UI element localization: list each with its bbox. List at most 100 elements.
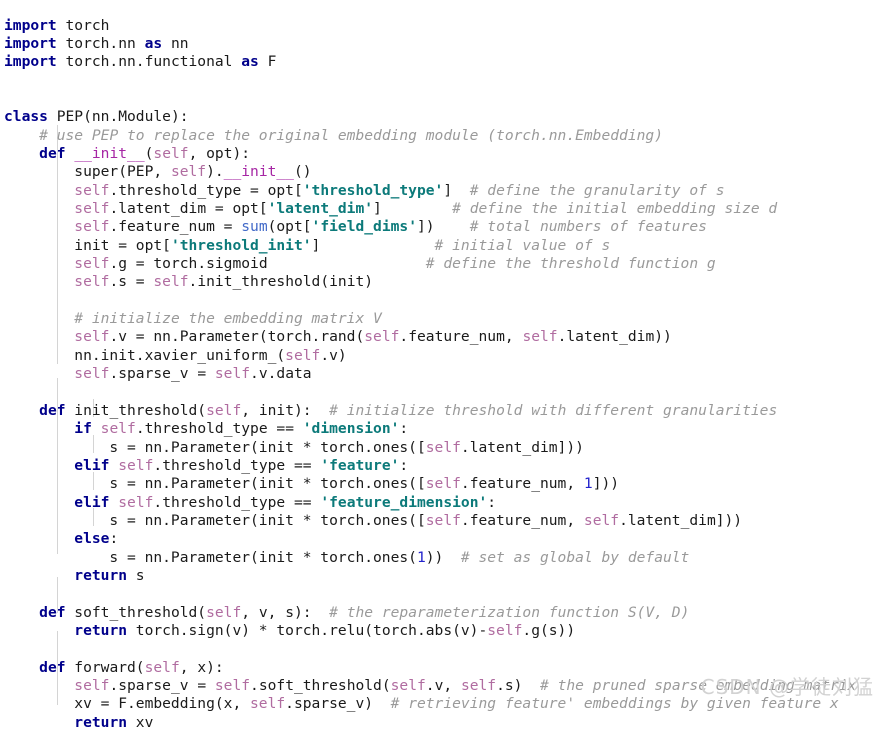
code-token-self: self [144, 658, 180, 676]
code-line: self.latent_dim = opt['latent_dim'] # de… [4, 200, 856, 218]
code-token-fn: __init__ [74, 145, 145, 162]
code-token-self: self [153, 145, 189, 162]
code-token-kw: import [4, 53, 57, 71]
code-line: self.s = self.init_threshold(init) [4, 273, 856, 291]
code-token-pl: ). [206, 163, 224, 181]
code-token-pl: () [293, 163, 312, 181]
code-token-pl: : [109, 530, 119, 548]
code-token-pl: .v) [320, 346, 347, 364]
code-token-pl: .sparse_v = [109, 365, 215, 383]
code-token-pl: torch.nn [56, 34, 145, 52]
code-token-self: self [460, 676, 497, 694]
code-token-pl: nn [162, 34, 189, 52]
code-token-kw: def [39, 603, 66, 621]
code-line: def soft_threshold(self, v, s): # the re… [4, 604, 856, 622]
code-token-self: self [364, 328, 400, 346]
code-line: nn.init.xavier_uniform_(self.v) [4, 347, 856, 365]
code-token-self: self [425, 438, 461, 456]
code-token-cm: # the pruned sparse embedding matrix [522, 676, 857, 694]
code-token-str: 'feature_dimension' [320, 493, 488, 511]
code-token-pl: .threshold_type == [153, 456, 321, 474]
code-token-num: 1 [583, 475, 593, 493]
code-token-pl: .init_threshold(init) [188, 273, 374, 291]
code-token-pl: .soft_threshold( [250, 676, 391, 694]
code-token-self: self [74, 328, 110, 346]
code-line: ​ [4, 90, 856, 108]
code-token-pl: .v.data [250, 365, 312, 383]
code-line: import torch [4, 17, 856, 35]
code-token-self: self [118, 456, 154, 474]
code-token-pl: .g = torch.sigmoid [109, 255, 268, 273]
code-line: ​ [4, 383, 856, 401]
code-token-cm: # use PEP to replace the original embedd… [39, 126, 663, 144]
code-line: s = nn.Parameter(init * torch.ones(1)) #… [4, 549, 856, 567]
code-token-kw: elif [74, 493, 110, 511]
code-token-pl: ] [443, 181, 453, 199]
code-line: elif self.threshold_type == 'feature': [4, 457, 856, 475]
code-token-str: 'feature' [320, 456, 400, 474]
code-token-str: 'dimension' [302, 420, 400, 438]
code-token-self: self [390, 676, 426, 694]
code-token-str: 'latent_dim' [267, 200, 374, 218]
code-token-pl: soft_threshold( [65, 603, 207, 621]
code-token-pl: .latent_dim)) [557, 328, 672, 346]
code-line: return s [4, 567, 856, 585]
code-line: self.sparse_v = self.soft_threshold(self… [4, 677, 856, 695]
code-line: s = nn.Parameter(init * torch.ones([self… [4, 475, 856, 493]
code-token-kw: def [39, 145, 66, 162]
code-token-pl: , opt): [188, 145, 251, 162]
code-token-self: self [74, 200, 110, 218]
code-token-pl: torch.sign(v) * torch.relu(torch.abs(v)- [127, 621, 488, 639]
code-token-kw: return [74, 713, 128, 731]
code-token-pl: .threshold_type == [153, 493, 321, 511]
code-line: init = opt['threshold_init'] # initial v… [4, 237, 856, 255]
python-code-block[interactable]: import torch import torch.nn as nn import … [4, 17, 856, 732]
code-token-self: self [153, 273, 189, 291]
code-token-pl: .sparse_v) [285, 695, 374, 713]
code-token-pl: .threshold_type = opt[ [109, 181, 303, 199]
code-token-pl: )) [425, 548, 444, 566]
code-token-kw: class [4, 108, 48, 126]
code-token-kw: elif [74, 456, 110, 474]
code-token-self: self [170, 163, 207, 181]
code-token-kw: def [39, 401, 66, 419]
code-token-num: 1 [416, 548, 426, 566]
code-token-self: self [285, 346, 321, 364]
code-token-self: self [74, 218, 110, 236]
code-line: else: [4, 530, 856, 548]
code-token-self: self [425, 475, 461, 493]
code-token-self: self [487, 621, 523, 639]
code-token-pl: , x): [179, 658, 224, 676]
code-token-self: self [206, 401, 242, 419]
code-line: s = nn.Parameter(init * torch.ones([self… [4, 512, 856, 530]
code-line: ​ [4, 585, 856, 603]
code-token-pl: .latent_dim])) [460, 438, 584, 456]
code-line: self.sparse_v = self.v.data [4, 365, 856, 383]
code-token-pl: s [127, 566, 145, 584]
code-token-cm: # set as global by default [443, 548, 690, 566]
code-token-pl: s = nn.Parameter(init * torch.ones([ [4, 511, 426, 529]
code-token-pl: PEP(nn.Module): [47, 108, 189, 126]
code-line: self.v = nn.Parameter(torch.rand(self.fe… [4, 328, 856, 346]
code-token-pl: ]) [416, 218, 435, 236]
code-token-self: self [74, 255, 110, 273]
code-line: super(PEP, self).__init__() [4, 163, 856, 181]
code-token-pl: .s) [496, 676, 523, 694]
code-token-kw: import [4, 34, 57, 52]
code-token-kw: return [74, 566, 128, 584]
